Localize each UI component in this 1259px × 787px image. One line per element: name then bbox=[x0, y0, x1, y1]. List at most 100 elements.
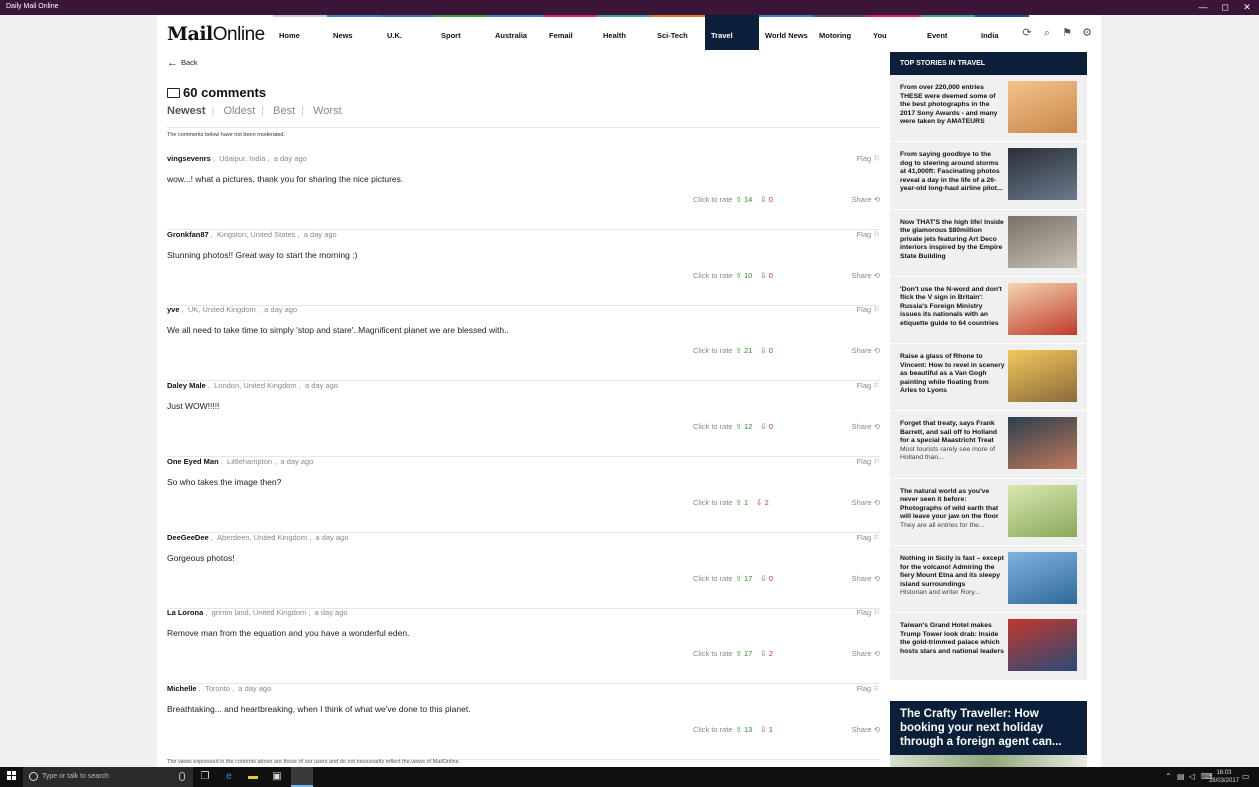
comment-username[interactable]: Michelle bbox=[167, 684, 197, 693]
search-icon[interactable]: ⌕ bbox=[1041, 27, 1053, 39]
taskbar-clock[interactable]: 16:03 28/03/2017 bbox=[1209, 769, 1239, 785]
share-button[interactable]: Share ⟲ bbox=[852, 574, 880, 583]
flag-button[interactable]: Flag ⚐ bbox=[857, 305, 880, 314]
thumbs-up-button[interactable]: ⇧ 17 bbox=[736, 649, 753, 658]
thumbs-down-button[interactable]: ⇩ 0 bbox=[760, 574, 773, 583]
nav-tab-motoring[interactable]: Motoring bbox=[813, 15, 867, 50]
network-icon[interactable]: ▤ bbox=[1177, 772, 1185, 781]
flag-button[interactable]: Flag ⚐ bbox=[857, 684, 880, 693]
thumbs-down-button[interactable]: ⇩ 1 bbox=[760, 725, 773, 734]
back-button[interactable]: ← Back bbox=[167, 57, 198, 69]
thumbs-up-button[interactable]: ⇧ 13 bbox=[736, 725, 753, 734]
thumbs-down-button[interactable]: ⇩ 0 bbox=[760, 346, 773, 355]
share-button[interactable]: Share ⟲ bbox=[852, 725, 880, 734]
close-button[interactable]: ✕ bbox=[1237, 2, 1257, 12]
maximize-button[interactable]: ◻ bbox=[1215, 2, 1235, 12]
settings-gear-icon[interactable]: ⚙ bbox=[1081, 27, 1093, 39]
sidebar-story[interactable]: Nothing in Sicily is fast – except for t… bbox=[890, 546, 1087, 614]
sort-worst[interactable]: Worst bbox=[313, 105, 342, 117]
nav-tab-sport[interactable]: Sport bbox=[435, 15, 489, 50]
windows-start-icon[interactable] bbox=[7, 771, 17, 781]
thumbs-up-button[interactable]: ⇧ 21 bbox=[736, 346, 753, 355]
share-button[interactable]: Share ⟲ bbox=[852, 649, 880, 658]
sidebar-story[interactable]: Taiwan's Grand Hotel makes Trump Tower l… bbox=[890, 613, 1087, 681]
nav-tab-travel[interactable]: Travel bbox=[705, 15, 759, 50]
nav-tab-australia[interactable]: Australia bbox=[489, 15, 543, 50]
sidebar-story[interactable]: Raise a glass of Rhone to Vincent: How t… bbox=[890, 344, 1087, 412]
share-button[interactable]: Share ⟲ bbox=[852, 195, 880, 204]
thumbs-up-button[interactable]: ⇧ 10 bbox=[736, 271, 753, 280]
nav-tab-news[interactable]: News bbox=[327, 15, 381, 50]
nav-tab-world-news[interactable]: World News bbox=[759, 15, 813, 50]
story-thumbnail[interactable] bbox=[1008, 148, 1077, 201]
sidebar-story[interactable]: Forget that treaty, says Frank Barrett, … bbox=[890, 411, 1087, 479]
share-button[interactable]: Share ⟲ bbox=[852, 346, 880, 355]
share-button[interactable]: Share ⟲ bbox=[852, 271, 880, 280]
flag-button[interactable]: Flag ⚐ bbox=[857, 154, 880, 163]
notifications-icon[interactable]: ▭ bbox=[1242, 772, 1250, 781]
comment-username[interactable]: Gronkfan87 bbox=[167, 230, 209, 239]
nav-tab-you[interactable]: You bbox=[867, 15, 921, 50]
nav-tab-u-k-[interactable]: U.K. bbox=[381, 15, 435, 50]
flag-button[interactable]: Flag ⚐ bbox=[857, 608, 880, 617]
comment-username[interactable]: DeeGeeDee bbox=[167, 533, 209, 542]
story-thumbnail[interactable] bbox=[1008, 282, 1077, 335]
taskbar-search[interactable]: Type or talk to search bbox=[23, 767, 193, 787]
file-explorer-icon[interactable]: ▬ bbox=[246, 770, 260, 784]
thumbs-down-button[interactable]: ⇩ 0 bbox=[760, 422, 773, 431]
story-thumbnail[interactable] bbox=[1008, 484, 1077, 537]
comment-username[interactable]: La Lorona bbox=[167, 608, 203, 617]
thumbs-down-button[interactable]: ⇩ 2 bbox=[760, 649, 773, 658]
sort-newest[interactable]: Newest bbox=[167, 105, 206, 117]
thumbs-up-button[interactable]: ⇧ 12 bbox=[736, 422, 753, 431]
sort-best[interactable]: Best bbox=[273, 105, 295, 117]
share-button[interactable]: Share ⟲ bbox=[852, 422, 880, 431]
share-button[interactable]: Share ⟲ bbox=[852, 498, 880, 507]
story-thumbnail[interactable] bbox=[1008, 81, 1077, 133]
tray-chevron-icon[interactable]: ⌃ bbox=[1165, 772, 1172, 781]
comment-username[interactable]: vingsevenrs bbox=[167, 154, 211, 163]
story-thumbnail[interactable] bbox=[1008, 619, 1077, 672]
nav-tab-home[interactable]: Home bbox=[273, 15, 327, 50]
comment-username[interactable]: One Eyed Man bbox=[167, 457, 219, 466]
nav-tab-sci-tech[interactable]: Sci-Tech bbox=[651, 15, 705, 50]
flag-label: Flag bbox=[856, 381, 872, 391]
nav-tab-event[interactable]: Event bbox=[921, 15, 975, 50]
sidebar-story[interactable]: 'Don't use the N-word and don't flick th… bbox=[890, 276, 1087, 345]
thumbs-down-button[interactable]: ⇩ 2 bbox=[756, 498, 769, 507]
sort-oldest[interactable]: Oldest bbox=[223, 105, 255, 117]
sidebar-story[interactable]: The natural world as you've never seen i… bbox=[890, 478, 1087, 547]
promo-image[interactable] bbox=[890, 755, 1087, 767]
sidebar-story[interactable]: From saying goodbye to the dog to steeri… bbox=[890, 142, 1087, 210]
nav-tab-femail[interactable]: Femail bbox=[543, 15, 597, 50]
microphone-icon[interactable] bbox=[179, 772, 185, 781]
comment-username[interactable]: Daley Male bbox=[167, 381, 206, 390]
flag-button[interactable]: Flag ⚐ bbox=[857, 533, 880, 542]
nav-tab-health[interactable]: Health bbox=[597, 15, 651, 50]
flag-button[interactable]: Flag ⚐ bbox=[857, 457, 880, 466]
refresh-icon[interactable]: ⟳ bbox=[1021, 27, 1033, 39]
thumbs-down-button[interactable]: ⇩ 0 bbox=[760, 195, 773, 204]
thumbs-up-button[interactable]: ⇧ 17 bbox=[736, 574, 753, 583]
mailonline-app-icon[interactable] bbox=[291, 767, 313, 787]
flag-button[interactable]: Flag ⚐ bbox=[857, 381, 880, 390]
task-view-icon[interactable]: ❐ bbox=[198, 770, 212, 784]
edge-browser-icon[interactable]: e bbox=[222, 770, 236, 784]
back-arrow-icon: ← bbox=[167, 57, 178, 69]
story-thumbnail[interactable] bbox=[1008, 552, 1077, 605]
comment-username[interactable]: yve bbox=[167, 305, 180, 314]
mailonline-logo[interactable]: MailOnline bbox=[167, 23, 265, 46]
flag-button[interactable]: Flag ⚐ bbox=[857, 230, 880, 239]
volume-icon[interactable]: ◁ bbox=[1189, 772, 1195, 781]
thumbs-up-button[interactable]: ⇧ 1 bbox=[736, 498, 749, 507]
sidebar-story[interactable]: Now THAT'S the high life! Inside the gla… bbox=[890, 209, 1087, 277]
story-thumbnail[interactable] bbox=[1008, 215, 1077, 268]
thumbs-down-button[interactable]: ⇩ 0 bbox=[760, 271, 773, 280]
bookmark-icon[interactable]: ⚑ bbox=[1061, 27, 1073, 39]
story-thumbnail[interactable] bbox=[1008, 350, 1077, 403]
store-icon[interactable]: ▣ bbox=[270, 770, 284, 784]
sidebar-story[interactable]: From over 220,000 entries THESE were dee… bbox=[890, 75, 1087, 143]
minimize-button[interactable]: — bbox=[1193, 2, 1213, 12]
story-thumbnail[interactable] bbox=[1008, 417, 1077, 470]
thumbs-up-button[interactable]: ⇧ 14 bbox=[736, 195, 753, 204]
